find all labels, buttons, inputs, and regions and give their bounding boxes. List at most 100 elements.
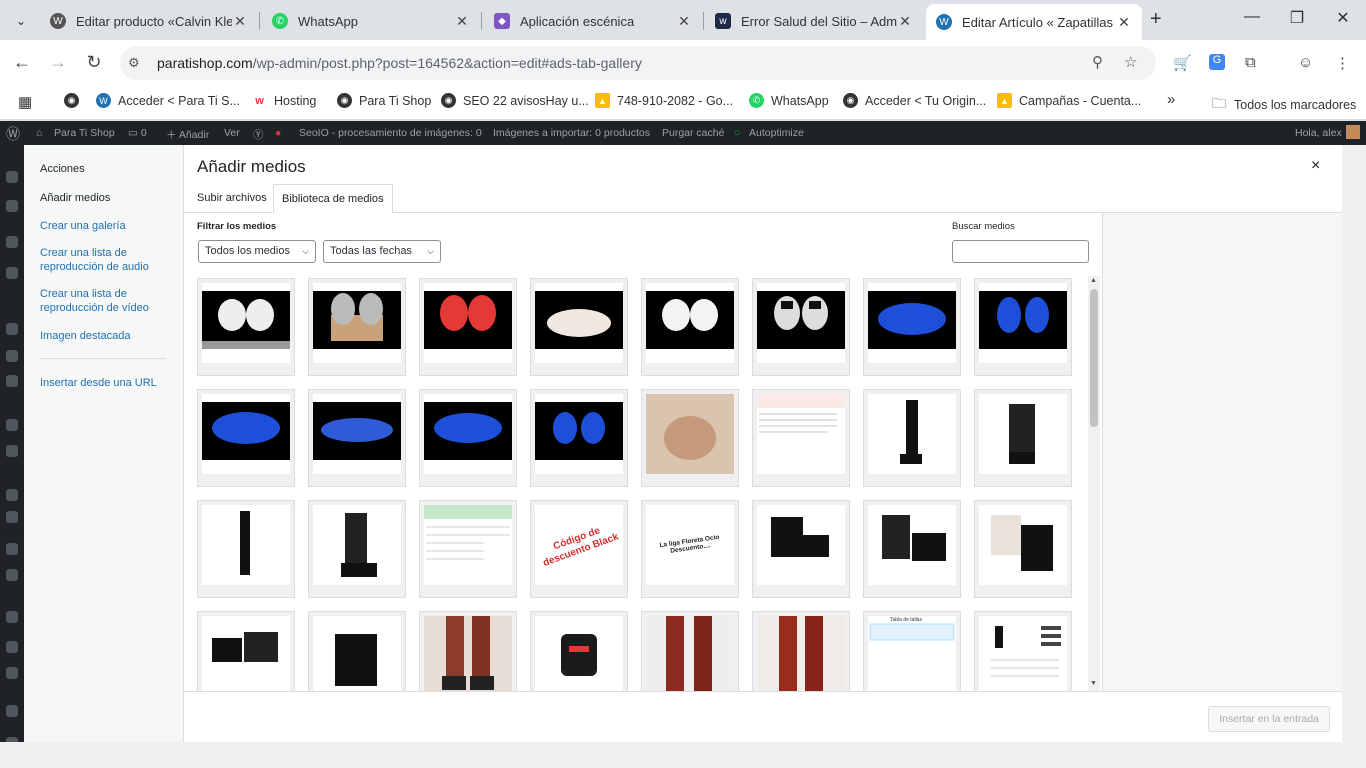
attachment[interactable] [197, 611, 295, 691]
modal-close-icon[interactable]: × [1311, 157, 1320, 175]
attachment[interactable] [308, 500, 406, 598]
menu-add-media[interactable]: Añadir medios [40, 191, 170, 205]
attachment[interactable] [752, 278, 850, 376]
google-translate-icon[interactable]: G [1209, 54, 1225, 70]
attachment[interactable] [641, 389, 739, 487]
close-icon[interactable]: ✕ [897, 13, 913, 30]
attachment[interactable] [974, 500, 1072, 598]
admin-site-link[interactable]: Para Ti Shop [54, 127, 115, 139]
attachment[interactable] [863, 278, 961, 376]
tab-whatsapp[interactable]: ✆ WhatsApp ✕ [262, 6, 480, 36]
attachment[interactable] [752, 500, 850, 598]
filter-date-select[interactable]: Todas las fechas ⌵ [323, 240, 441, 263]
menu-featured-image[interactable]: Imagen destacada [40, 329, 170, 343]
attachment[interactable] [641, 278, 739, 376]
menu-create-gallery[interactable]: Crear una galería [40, 219, 170, 233]
tab-editar-producto[interactable]: W Editar producto «Calvin Klein ✕ [40, 6, 258, 36]
reload-icon[interactable]: ↻ [82, 52, 106, 73]
attachment[interactable] [974, 278, 1072, 376]
attachment[interactable]: Código de descuento Black [530, 500, 628, 598]
tab-error-salud[interactable]: w Error Salud del Sitio – Admin ✕ [705, 6, 923, 36]
new-tab-icon[interactable]: + [1150, 8, 1162, 31]
bookmarks-overflow-icon[interactable]: » [1167, 91, 1175, 108]
close-icon[interactable]: ✕ [1116, 14, 1132, 31]
extension-cart-icon[interactable]: 🛒 [1173, 54, 1192, 72]
attachment[interactable] [752, 611, 850, 691]
attachment[interactable] [197, 500, 295, 598]
attachment[interactable] [308, 389, 406, 487]
yoast-icon[interactable]: Ⓨ [253, 127, 264, 142]
hosting-icon: w [252, 93, 267, 108]
attachment[interactable] [308, 611, 406, 691]
purge-cache-link[interactable]: Purgar caché [662, 127, 724, 139]
images-import-status[interactable]: Imágenes a importar: 0 productos [493, 127, 650, 139]
attachment[interactable] [419, 389, 517, 487]
all-bookmarks-folder[interactable]: 🗀 Todos los marcadores [1212, 93, 1356, 117]
attachment[interactable] [641, 611, 739, 691]
attachment[interactable] [197, 278, 295, 376]
bookmark-star-icon[interactable]: ☆ [1124, 53, 1137, 71]
attachment[interactable] [863, 389, 961, 487]
scrollbar-thumb[interactable] [1090, 289, 1098, 427]
search-media-input[interactable] [952, 240, 1089, 263]
forward-icon[interactable]: → [46, 52, 70, 73]
bookmark-google-ads[interactable]: ▲ 748-910-2082 - Go... [595, 93, 733, 108]
attachment[interactable] [530, 278, 628, 376]
address-bar[interactable]: ⚙ paratishop.com/wp-admin/post.php?post=… [120, 46, 1156, 80]
menu-insert-from-url[interactable]: Insertar desde una URL [40, 376, 170, 390]
avatar[interactable] [1346, 125, 1360, 139]
profile-avatar-icon[interactable]: ☺ [1298, 54, 1313, 71]
attachment[interactable] [419, 278, 517, 376]
attachment[interactable]: Tabla de tallas [863, 611, 961, 691]
bookmark-globe[interactable]: ◉ [64, 93, 86, 108]
attachment[interactable] [974, 389, 1072, 487]
tab-aplicacion-escenica[interactable]: ◆ Aplicación escénica ✕ [484, 6, 702, 36]
tab-search-icon[interactable]: ⌄ [8, 8, 34, 34]
attachment[interactable] [419, 500, 517, 598]
bookmark-campanas[interactable]: ▲ Campañas - Cuenta... [997, 93, 1141, 108]
extensions-puzzle-icon[interactable]: ⧉ [1245, 54, 1256, 71]
attachment[interactable]: La liga Floreta Ocio Descuento.... [641, 500, 739, 598]
attachment[interactable] [974, 611, 1072, 691]
tab-media-library[interactable]: Biblioteca de medios [273, 184, 393, 213]
restore-icon[interactable]: ❐ [1277, 8, 1317, 28]
insert-into-post-button[interactable]: Insertar en la entrada [1208, 706, 1330, 732]
bookmark-seo[interactable]: ◉ SEO 22 avisosHay u... [441, 93, 589, 108]
menu-audio-playlist[interactable]: Crear una lista de reproducción de audio [40, 246, 170, 274]
tab-upload-files[interactable]: Subir archivos [189, 184, 275, 213]
attachment[interactable] [752, 389, 850, 487]
admin-view-link[interactable]: Ver [224, 127, 240, 139]
admin-add-link[interactable]: ＋ Añadir [166, 127, 209, 142]
menu-video-playlist[interactable]: Crear una lista de reproducción de vídeo [40, 287, 170, 315]
bookmark-hosting[interactable]: w Hosting [252, 93, 316, 108]
window-close-icon[interactable]: ✕ [1323, 8, 1363, 28]
apps-grid-icon[interactable]: ▦ [18, 93, 32, 111]
tab-editar-articulo[interactable]: W Editar Artículo « Zapatillas Vo ✕ [926, 4, 1142, 40]
autoptimize-link[interactable]: Autoptimize [749, 127, 804, 139]
attachment[interactable] [197, 389, 295, 487]
back-icon[interactable]: ← [10, 52, 34, 73]
seoio-status[interactable]: SeoIO - procesamiento de imágenes: 0 [299, 127, 482, 139]
bookmark-whatsapp[interactable]: ✆ WhatsApp [749, 93, 829, 108]
attachment[interactable] [863, 500, 961, 598]
comments-icon[interactable]: ▭ 0 [128, 127, 147, 139]
attachment[interactable] [530, 611, 628, 691]
close-icon[interactable]: ✕ [232, 13, 248, 30]
url-text[interactable]: paratishop.com/wp-admin/post.php?post=16… [157, 55, 642, 71]
grid-scrollbar[interactable]: ▲ ▼ [1088, 276, 1100, 691]
close-icon[interactable]: ✕ [676, 13, 692, 30]
bookmark-para-ti-shop[interactable]: ◉ Para Ti Shop [337, 93, 431, 108]
attachment[interactable] [530, 389, 628, 487]
attachment[interactable] [419, 611, 517, 691]
attachment[interactable] [308, 278, 406, 376]
bookmark-acceder-tu-origin[interactable]: ◉ Acceder < Tu Origin... [843, 93, 986, 108]
minimize-icon[interactable]: — [1232, 8, 1272, 26]
zoom-icon[interactable]: ⚲ [1092, 53, 1103, 71]
more-menu-icon[interactable]: ⋮ [1335, 54, 1350, 72]
bookmark-acceder-para-ti[interactable]: W Acceder < Para Ti S... [96, 93, 240, 108]
filter-type-select[interactable]: Todos los medios ⌵ [198, 240, 316, 263]
site-info-icon[interactable]: ⚙ [128, 55, 146, 71]
greeting[interactable]: Hola, alex [1295, 127, 1342, 139]
close-icon[interactable]: ✕ [454, 13, 470, 30]
wordpress-logo-icon[interactable]: Ⓦ [6, 124, 20, 144]
